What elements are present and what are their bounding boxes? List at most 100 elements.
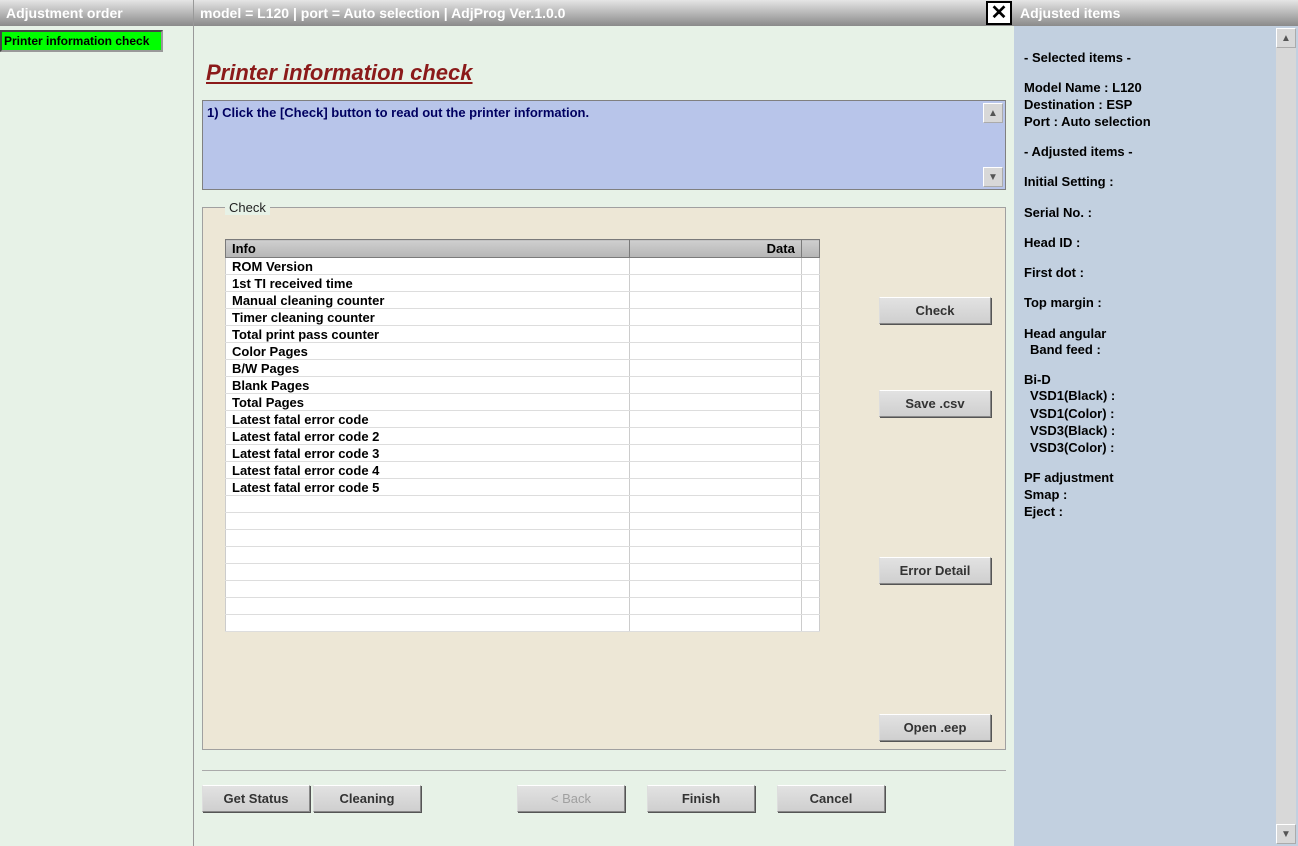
table-cell-data xyxy=(630,411,802,428)
table-row[interactable] xyxy=(226,513,820,530)
table-cell-data xyxy=(630,581,802,598)
check-button[interactable]: Check xyxy=(879,297,991,324)
instruction-scroll-up[interactable]: ▲ xyxy=(983,103,1003,123)
right-scroll-down[interactable]: ▼ xyxy=(1276,824,1296,844)
error-detail-button[interactable]: Error Detail xyxy=(879,557,991,584)
table-row[interactable] xyxy=(226,547,820,564)
table-cell-spacer xyxy=(801,496,819,513)
center-title-bar: model = L120 | port = Auto selection | A… xyxy=(200,5,565,21)
cancel-button[interactable]: Cancel xyxy=(777,785,885,812)
table-cell-spacer xyxy=(801,615,819,632)
table-cell-data xyxy=(630,462,802,479)
sidebar-item-label: Printer information check xyxy=(4,34,149,48)
table-row[interactable]: 1st TI received time xyxy=(226,275,820,292)
sidebar-item-printer-info-check[interactable]: Printer information check xyxy=(0,30,163,52)
table-cell-data xyxy=(630,615,802,632)
table-cell-data xyxy=(630,360,802,377)
vsd3-color: VSD3(Color) : xyxy=(1024,440,1288,456)
table-header-info[interactable]: Info xyxy=(226,240,630,258)
table-cell-spacer xyxy=(801,581,819,598)
instruction-box: 1) Click the [Check] button to read out … xyxy=(202,100,1006,190)
table-row[interactable]: ROM Version xyxy=(226,258,820,275)
table-cell-info: Latest fatal error code 4 xyxy=(226,462,630,479)
table-cell-spacer xyxy=(801,377,819,394)
first-dot: First dot : xyxy=(1024,265,1288,281)
check-fieldset: Check Info Data ROM Version1st TI receiv… xyxy=(202,200,1006,750)
center-header: model = L120 | port = Auto selection | A… xyxy=(194,0,1014,26)
selected-items-header: - Selected items - xyxy=(1024,50,1288,66)
table-row[interactable] xyxy=(226,581,820,598)
table-cell-info: Latest fatal error code 3 xyxy=(226,445,630,462)
table-cell-info xyxy=(226,530,630,547)
table-cell-spacer xyxy=(801,530,819,547)
back-button[interactable]: < Back xyxy=(517,785,625,812)
table-cell-data xyxy=(630,547,802,564)
instruction-text: 1) Click the [Check] button to read out … xyxy=(207,105,589,120)
table-cell-data xyxy=(630,326,802,343)
table-row[interactable]: Total print pass counter xyxy=(226,326,820,343)
table-row[interactable]: Latest fatal error code 4 xyxy=(226,462,820,479)
table-row[interactable]: Manual cleaning counter xyxy=(226,292,820,309)
table-cell-info xyxy=(226,547,630,564)
table-cell-spacer xyxy=(801,343,819,360)
table-row[interactable]: Latest fatal error code 3 xyxy=(226,445,820,462)
table-cell-info: Color Pages xyxy=(226,343,630,360)
bottom-bar: Get Status Cleaning < Back Finish Cancel xyxy=(202,770,1006,812)
table-row[interactable]: B/W Pages xyxy=(226,360,820,377)
table-header-data[interactable]: Data xyxy=(630,240,802,258)
table-row[interactable] xyxy=(226,598,820,615)
right-scroll-up[interactable]: ▲ xyxy=(1276,28,1296,48)
table-cell-data xyxy=(630,445,802,462)
table-row[interactable]: Latest fatal error code xyxy=(226,411,820,428)
left-title: Adjustment order xyxy=(6,5,123,21)
table-cell-data xyxy=(630,530,802,547)
table-row[interactable]: Total Pages xyxy=(226,394,820,411)
table-row[interactable]: Latest fatal error code 2 xyxy=(226,428,820,445)
close-button[interactable]: ✕ xyxy=(986,1,1012,25)
table-cell-spacer xyxy=(801,598,819,615)
table-cell-data xyxy=(630,564,802,581)
table-cell-info xyxy=(226,581,630,598)
table-cell-data xyxy=(630,428,802,445)
open-eep-button[interactable]: Open .eep xyxy=(879,714,991,741)
center-panel: model = L120 | port = Auto selection | A… xyxy=(194,0,1014,846)
instruction-scroll-down[interactable]: ▼ xyxy=(983,167,1003,187)
table-row[interactable]: Blank Pages xyxy=(226,377,820,394)
table-row[interactable] xyxy=(226,530,820,547)
save-csv-button[interactable]: Save .csv xyxy=(879,390,991,417)
check-legend: Check xyxy=(225,200,270,215)
table-cell-data xyxy=(630,258,802,275)
table-cell-info: ROM Version xyxy=(226,258,630,275)
right-scrollbar[interactable]: ▲ ▼ xyxy=(1276,28,1296,844)
right-header: Adjusted items xyxy=(1014,0,1298,26)
table-cell-spacer xyxy=(801,564,819,581)
chevron-down-icon: ▼ xyxy=(1281,829,1291,840)
head-id: Head ID : xyxy=(1024,235,1288,251)
table-cell-spacer xyxy=(801,394,819,411)
finish-button[interactable]: Finish xyxy=(647,785,755,812)
table-cell-spacer xyxy=(801,326,819,343)
table-cell-info: 1st TI received time xyxy=(226,275,630,292)
table-cell-spacer xyxy=(801,360,819,377)
chevron-up-icon: ▲ xyxy=(988,108,998,119)
adjusted-items-header: - Adjusted items - xyxy=(1024,144,1288,160)
table-cell-spacer xyxy=(801,309,819,326)
table-row[interactable]: Color Pages xyxy=(226,343,820,360)
table-row[interactable]: Latest fatal error code 5 xyxy=(226,479,820,496)
table-row[interactable] xyxy=(226,496,820,513)
table-row[interactable] xyxy=(226,615,820,632)
get-status-button[interactable]: Get Status xyxy=(202,785,310,812)
chevron-down-icon: ▼ xyxy=(988,172,998,183)
table-row[interactable] xyxy=(226,564,820,581)
table-cell-info: B/W Pages xyxy=(226,360,630,377)
table-cell-info: Latest fatal error code xyxy=(226,411,630,428)
band-feed: Band feed : xyxy=(1024,342,1288,358)
cleaning-button[interactable]: Cleaning xyxy=(313,785,421,812)
model-name: Model Name : L120 xyxy=(1024,80,1288,96)
table-cell-info: Latest fatal error code 5 xyxy=(226,479,630,496)
table-cell-info: Manual cleaning counter xyxy=(226,292,630,309)
serial-no: Serial No. : xyxy=(1024,205,1288,221)
table-row[interactable]: Timer cleaning counter xyxy=(226,309,820,326)
destination: Destination : ESP xyxy=(1024,97,1288,113)
right-title: Adjusted items xyxy=(1020,5,1120,21)
